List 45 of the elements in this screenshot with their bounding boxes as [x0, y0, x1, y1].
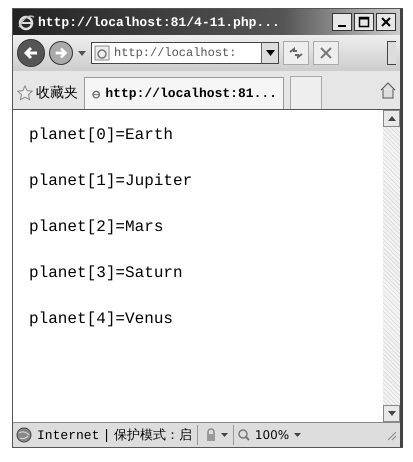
status-separator: | [104, 428, 109, 442]
magnifier-icon [238, 429, 250, 441]
caret-icon [294, 433, 302, 437]
dropdown-caret-icon[interactable] [77, 49, 87, 57]
back-button[interactable] [17, 39, 45, 67]
stop-button[interactable] [313, 41, 339, 65]
output-line: planet[1]=Jupiter [29, 172, 194, 192]
caret-icon [266, 50, 274, 56]
output-line: planet[2]=Mars [29, 218, 164, 238]
close-icon [380, 16, 392, 28]
favorites-button[interactable]: 收藏夹 [17, 77, 78, 109]
page-icon [94, 45, 110, 61]
maximize-icon [358, 16, 370, 28]
caret-icon [220, 433, 228, 437]
refresh-arrows-icon [288, 45, 304, 61]
browser-tab[interactable]: http://localhost:81... [84, 77, 284, 109]
star-icon [17, 85, 33, 101]
forward-arrow-icon [53, 45, 69, 61]
security-zone: Internet [37, 428, 100, 442]
output-line: planet[0]=Earth [29, 126, 174, 146]
down-arrow-icon [388, 411, 396, 416]
home-icon[interactable] [380, 81, 396, 99]
scroll-up-button[interactable] [383, 110, 400, 127]
refresh-button[interactable] [283, 41, 309, 65]
zoom-button[interactable]: 100% [232, 425, 302, 445]
resize-grip-icon[interactable] [385, 429, 397, 441]
scroll-down-button[interactable] [383, 405, 400, 422]
output-line: planet[4]=Venus [29, 310, 174, 330]
browser-logo-icon [17, 13, 35, 31]
minimize-button[interactable] [332, 13, 352, 31]
maximize-button[interactable] [354, 13, 374, 31]
back-arrow-icon [22, 44, 40, 62]
window-title: http://localhost:81/4-11.php... [38, 14, 280, 30]
minimize-icon [338, 25, 346, 27]
globe-icon [16, 427, 32, 443]
forward-button[interactable] [49, 41, 73, 65]
output-line: planet[3]=Saturn [29, 264, 184, 284]
protected-mode-status: 保护模式：启 [114, 427, 192, 444]
close-button[interactable] [376, 13, 396, 31]
address-dropdown-button[interactable] [261, 43, 278, 63]
security-button[interactable] [196, 425, 228, 445]
up-arrow-icon [388, 116, 396, 121]
scrollbar[interactable] [383, 110, 400, 422]
close-icon [319, 46, 333, 60]
address-field[interactable]: http://localhost: [91, 42, 279, 64]
